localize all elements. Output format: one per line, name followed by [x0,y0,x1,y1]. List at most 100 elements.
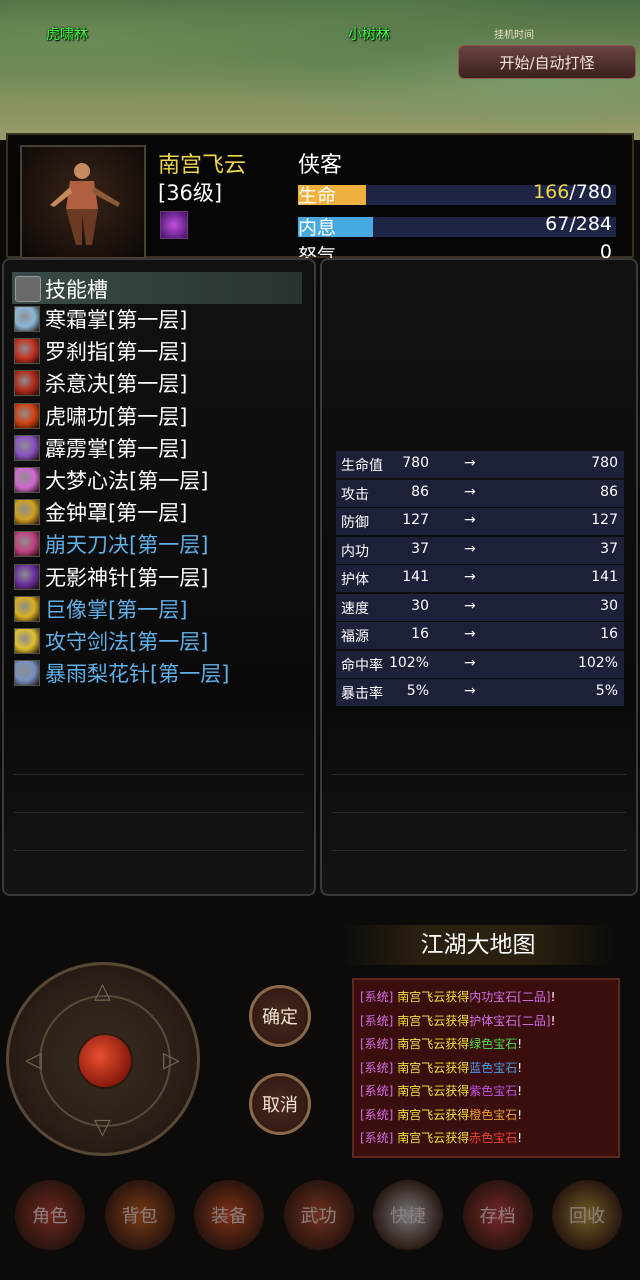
log-line: [系统] 南宫飞云获得内功宝石[二品]! [360,988,555,1005]
log-player: 南宫飞云获得 [393,1131,470,1145]
skill-item[interactable]: 无影神针[第一层] [14,562,304,592]
log-end: ! [517,1131,523,1145]
stat-new-value: 30 [600,597,618,614]
log-player: 南宫飞云获得 [393,990,470,1004]
log-tag: [系统] [360,1013,394,1028]
arrow-right-icon: → [464,540,476,557]
stat-name: 命中率 [341,657,383,674]
menu-recycle-button[interactable]: 回收 [552,1180,622,1250]
log-tag: [系统] [360,1107,394,1122]
skill-item[interactable]: 霹雳掌[第一层] [14,433,304,463]
skill-slot-checkbox[interactable] [15,276,41,302]
stat-row: 福源 16 → 16 [336,622,624,649]
left-arrow-icon[interactable]: ◁ [25,1050,42,1072]
menu-bag-button[interactable]: 背包 [104,1180,175,1250]
stat-name: 暴击率 [341,686,383,702]
skill-item[interactable]: 大梦心法[第一层] [14,465,304,495]
log-end: ! [517,1037,523,1051]
log-player: 南宫飞云获得 [393,1084,470,1098]
log-tag: [系统] [360,1131,394,1145]
down-arrow-icon[interactable]: ▽ [94,1117,111,1139]
menu-shortcut-button[interactable]: 快捷 [373,1180,443,1250]
menu-save-button[interactable]: 存档 [462,1180,533,1250]
map-label-tiger-forest: 虎啸林 [46,27,88,43]
colossus-palm-icon [14,595,40,622]
log-tag: [系统] [360,1060,394,1075]
menu-character-button[interactable]: 角色 [15,1180,85,1250]
skill-name: 霹雳掌[第一层] [45,436,188,461]
log-tag: [系统] [360,990,394,1004]
character-portrait[interactable] [20,145,146,259]
skill-slot-header[interactable]: 技能槽 [12,272,302,304]
log-tag: [系统] [360,1037,394,1051]
log-item: 蓝色宝石 [469,1060,518,1075]
sword-art-icon [14,628,40,654]
skill-item[interactable]: 攻守剑法[第一层] [14,626,304,656]
log-item: 内功宝石[二品] [469,990,551,1004]
stat-row: 内功 37 → 37 [336,536,624,564]
stat-new-value: 37 [600,540,618,557]
stat-name: 生命值 [341,458,383,474]
skill-name: 无影神针[第一层] [45,565,209,590]
skill-item[interactable]: 崩天刀决[第一层] [14,529,304,559]
log-end: ! [550,990,556,1004]
warrior-figure-icon [50,163,120,245]
world-map-view[interactable]: 虎啸林 小树林 挂机时间 开始/自动打怪 [0,0,640,140]
stat-current-value: 141 [402,569,429,585]
rakshasa-finger-icon [14,338,40,365]
confirm-button[interactable]: 确定 [249,985,311,1047]
up-arrow-icon[interactable]: △ [94,981,111,1003]
menu-equipment-button[interactable]: 装备 [194,1180,264,1250]
stat-current-value: 16 [411,626,429,642]
skill-item[interactable]: 罗刹指[第一层] [14,336,304,366]
divider [332,774,626,775]
log-player: 南宫飞云获得 [393,1060,470,1075]
log-player: 南宫飞云获得 [393,1013,470,1028]
right-arrow-icon[interactable]: ▷ [163,1050,180,1072]
stat-name: 内功 [341,543,369,560]
skill-item[interactable]: 虎啸功[第一层] [14,401,304,431]
stat-new-value: 16 [600,626,618,642]
arrow-right-icon: → [464,683,476,699]
thunder-palm-icon [14,434,40,461]
stat-row: 命中率 102% → 102% [336,650,624,678]
joystick-knob[interactable] [77,1033,133,1089]
divider [332,812,626,813]
skill-item[interactable]: 金钟罩[第一层] [14,497,304,527]
arrow-right-icon: → [464,455,476,471]
menu-martial-arts-button[interactable]: 武功 [283,1180,354,1250]
log-line: [系统] 南宫飞云获得紫色宝石! [360,1082,522,1099]
skill-name: 巨像掌[第一层] [45,597,188,622]
log-line: [系统] 南宫飞云获得护体宝石[二品]! [360,1012,555,1029]
skill-name: 虎啸功[第一层] [45,404,188,429]
auto-battle-button[interactable]: 开始/自动打怪 [458,45,636,79]
arrow-right-icon: → [464,626,476,642]
skill-name: 崩天刀决[第一层] [45,533,209,558]
skill-item[interactable]: 暴雨梨花针[第一层] [14,658,304,688]
arrow-right-icon: → [464,654,476,671]
log-end: ! [517,1060,523,1075]
skill-name: 大梦心法[第一层] [45,469,209,493]
stat-name: 护体 [341,572,369,588]
log-item: 护体宝石[二品] [469,1013,551,1028]
region-title[interactable]: 江湖大地图 [340,925,616,965]
stat-current-value: 30 [411,597,429,614]
stat-name: 福源 [341,629,369,645]
log-line: [系统] 南宫飞云获得橙色宝石! [360,1106,522,1123]
cancel-button[interactable]: 取消 [249,1073,311,1135]
rage-label: 怒气 [298,245,337,258]
system-message-log: [系统] 南宫飞云获得内功宝石[二品]! [系统] 南宫飞云获得护体宝石[二品]!… [352,978,620,1158]
skill-item[interactable]: 寒霜掌[第一层] [14,304,304,334]
buff-status-icon[interactable] [160,211,188,239]
log-line: [系统] 南宫飞云获得绿色宝石! [360,1035,522,1052]
stat-current-value: 780 [402,455,429,471]
skill-item[interactable]: 巨像掌[第一层] [14,594,304,624]
virtual-joystick[interactable]: △ ▽ ◁ ▷ [6,962,200,1156]
log-player: 南宫飞云获得 [393,1107,470,1122]
arrow-right-icon: → [464,483,476,500]
divider [332,850,626,851]
skill-name: 杀意决[第一层] [45,372,188,397]
skill-item[interactable]: 杀意决[第一层] [14,368,304,398]
map-label-small-forest: 小树林 [348,27,390,43]
stat-current-value: 102% [388,654,429,671]
